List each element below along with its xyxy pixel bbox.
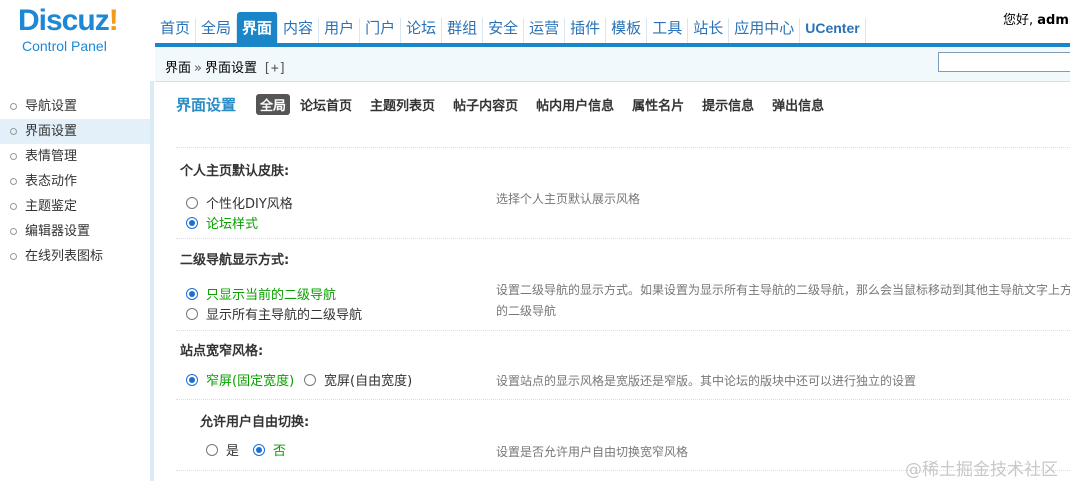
radio-button-checked[interactable] bbox=[186, 287, 198, 300]
option-narrow[interactable]: 窄屏(固定宽度) bbox=[186, 370, 294, 389]
logo-bang: ! bbox=[108, 4, 119, 37]
bullet-icon bbox=[10, 203, 17, 210]
divider bbox=[176, 330, 1070, 331]
topnav-item-global[interactable]: 全局 bbox=[196, 18, 238, 44]
sidebar-item-label: 主题鉴定 bbox=[25, 199, 78, 214]
bullet-icon bbox=[10, 178, 17, 185]
sidebar-item-label: 表态动作 bbox=[25, 174, 78, 189]
sidebar-item-label: 编辑器设置 bbox=[25, 224, 91, 239]
section-title-width: 站点宽窄风格: bbox=[180, 344, 264, 359]
add-shortcut-button[interactable]: [+] bbox=[263, 61, 286, 76]
option-no[interactable]: 否 bbox=[253, 440, 286, 459]
topnav-item-security[interactable]: 安全 bbox=[483, 18, 525, 44]
breadcrumb-separator: » bbox=[194, 61, 202, 76]
divider bbox=[176, 238, 1070, 239]
divider bbox=[176, 399, 1070, 400]
tab-popup-info[interactable]: 弹出信息 bbox=[772, 95, 824, 114]
description-allow-switch: 设置是否允许用户自由切换宽窄风格 bbox=[496, 445, 689, 459]
topnav-item-forum[interactable]: 论坛 bbox=[401, 18, 443, 44]
description-subnav-line1: 设置二级导航的显示方式。如果设置为显示所有主导航的二级导航，那么会当鼠标移动到其… bbox=[496, 283, 1070, 297]
topnav-item-home[interactable]: 首页 bbox=[155, 18, 197, 44]
description-subnav-line2: 的二级导航 bbox=[496, 304, 557, 318]
tab-thread-list[interactable]: 主题列表页 bbox=[370, 95, 435, 114]
option-current-subnav[interactable]: 只显示当前的二级导航 bbox=[186, 284, 336, 303]
sidebar-item-click-actions[interactable]: 表态动作 bbox=[0, 169, 150, 194]
sidebar-item-label: 表情管理 bbox=[25, 149, 78, 164]
tab-post-user-info[interactable]: 帖内用户信息 bbox=[536, 95, 614, 114]
section-title-home-skin: 个人主页默认皮肤: bbox=[180, 164, 290, 179]
topnav-item-groups[interactable]: 群组 bbox=[442, 18, 484, 44]
sidebar-item-label: 在线列表图标 bbox=[25, 249, 104, 264]
search-input[interactable] bbox=[938, 52, 1070, 72]
radio-button[interactable] bbox=[304, 373, 316, 386]
sidebar-item-navigation[interactable]: 导航设置 bbox=[0, 94, 150, 119]
topnav-item-ucenter[interactable]: UCenter bbox=[800, 18, 866, 44]
bullet-icon bbox=[10, 153, 17, 160]
greeting-text: 您好, bbox=[1003, 13, 1038, 28]
description-home-skin: 选择个人主页默认展示风格 bbox=[496, 192, 641, 206]
topnav-item-templates[interactable]: 模板 bbox=[606, 18, 648, 44]
sub-tabs: 界面设置 全局 论坛首页 主题列表页 帖子内容页 帖内用户信息 属性名片 提示信… bbox=[176, 94, 842, 115]
sidebar-item-editor-settings[interactable]: 编辑器设置 bbox=[0, 219, 150, 244]
breadcrumb-bar: 界面» 界面设置 [+] bbox=[155, 47, 1070, 82]
topnav-item-content[interactable]: 内容 bbox=[278, 18, 320, 44]
tab-profile-card[interactable]: 属性名片 bbox=[632, 95, 684, 114]
sidebar: 导航设置 界面设置 表情管理 表态动作 主题鉴定 编辑器设置 在线列表图标 bbox=[0, 81, 154, 481]
description-width: 设置站点的显示风格是宽版还是窄版。其中论坛的版块中还可以进行独立的设置 bbox=[496, 374, 917, 388]
sidebar-item-smilies[interactable]: 表情管理 bbox=[0, 144, 150, 169]
discuz-logo[interactable]: Discuz! Control Panel bbox=[18, 4, 119, 55]
tab-global[interactable]: 全局 bbox=[256, 94, 291, 115]
page-title: 界面设置 bbox=[176, 96, 237, 114]
option-forum-style[interactable]: 论坛样式 bbox=[186, 213, 258, 232]
bullet-icon bbox=[10, 103, 17, 110]
tab-forum-home[interactable]: 论坛首页 bbox=[300, 95, 352, 114]
radio-button-checked[interactable] bbox=[186, 373, 198, 386]
topnav-item-tools[interactable]: 工具 bbox=[647, 18, 689, 44]
header: Discuz! Control Panel 首页 全局 界面 内容 用户 门户 … bbox=[0, 0, 1070, 54]
username[interactable]: admin bbox=[1037, 13, 1070, 28]
watermark: @稀土掘金技术社区 bbox=[905, 460, 1058, 480]
topnav-item-portal[interactable]: 门户 bbox=[360, 18, 402, 44]
topnav-item-plugins[interactable]: 插件 bbox=[565, 18, 607, 44]
topnav-item-interface[interactable]: 界面 bbox=[237, 12, 279, 44]
radio-button[interactable] bbox=[206, 443, 218, 456]
sidebar-item-interface-settings[interactable]: 界面设置 bbox=[0, 119, 150, 144]
section-title-allow-switch: 允许用户自由切换: bbox=[200, 415, 310, 430]
sidebar-item-label: 导航设置 bbox=[25, 99, 78, 114]
option-all-subnav[interactable]: 显示所有主导航的二级导航 bbox=[186, 304, 362, 323]
bullet-icon bbox=[10, 228, 17, 235]
tab-post-content[interactable]: 帖子内容页 bbox=[453, 95, 518, 114]
bullet-icon bbox=[10, 128, 17, 135]
top-nav: 首页 全局 界面 内容 用户 门户 论坛 群组 安全 运营 插件 模板 工具 站… bbox=[155, 6, 866, 44]
radio-button[interactable] bbox=[186, 307, 198, 320]
topnav-item-operation[interactable]: 运营 bbox=[524, 18, 566, 44]
option-diy-style[interactable]: 个性化DIY风格 bbox=[186, 193, 293, 212]
breadcrumb-parent[interactable]: 界面 bbox=[165, 61, 191, 76]
main-content: 界面设置 全局 论坛首页 主题列表页 帖子内容页 帖内用户信息 属性名片 提示信… bbox=[158, 81, 1070, 481]
bullet-icon bbox=[10, 253, 17, 260]
option-yes[interactable]: 是 bbox=[206, 440, 239, 459]
sidebar-item-online-list-icons[interactable]: 在线列表图标 bbox=[0, 244, 150, 269]
tab-prompt-info[interactable]: 提示信息 bbox=[702, 95, 754, 114]
divider bbox=[176, 147, 1070, 148]
breadcrumb: 界面» 界面设置 [+] bbox=[165, 57, 286, 76]
section-title-subnav: 二级导航显示方式: bbox=[180, 253, 290, 268]
topnav-item-webmaster[interactable]: 站长 bbox=[688, 18, 730, 44]
topnav-item-app-center[interactable]: 应用中心 bbox=[729, 18, 801, 44]
option-wide[interactable]: 宽屏(自由宽度) bbox=[304, 370, 412, 389]
breadcrumb-current: 界面设置 bbox=[204, 61, 257, 76]
radio-button[interactable] bbox=[186, 196, 198, 209]
user-greeting: 您好, admin bbox=[1003, 9, 1070, 28]
logo-main-text: Discuz bbox=[18, 4, 110, 37]
sidebar-item-thread-stamps[interactable]: 主题鉴定 bbox=[0, 194, 150, 219]
sidebar-item-label: 界面设置 bbox=[25, 124, 78, 139]
radio-button-checked[interactable] bbox=[253, 443, 265, 456]
logo-subtitle: Control Panel bbox=[22, 38, 107, 54]
radio-button-checked[interactable] bbox=[186, 216, 198, 229]
topnav-item-users[interactable]: 用户 bbox=[319, 18, 361, 44]
